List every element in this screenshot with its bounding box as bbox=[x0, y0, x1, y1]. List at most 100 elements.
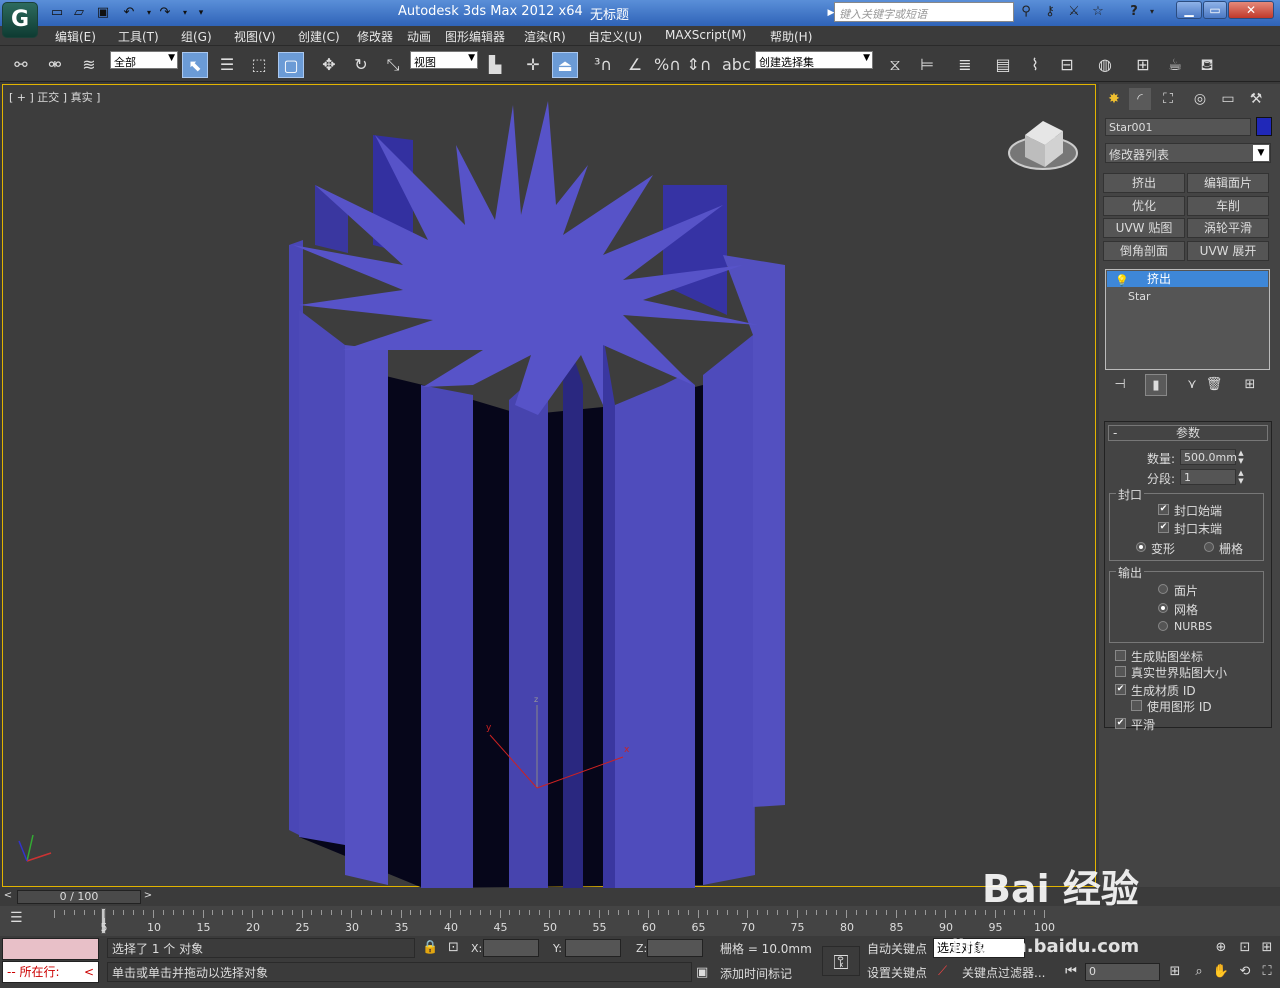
uvw-map-button[interactable]: UVW 贴图 bbox=[1103, 218, 1185, 238]
window-crossing-icon[interactable]: ▢ bbox=[278, 52, 304, 78]
nurbs-radio[interactable] bbox=[1158, 621, 1168, 631]
zoom-extents-all-icon[interactable]: ⊞ bbox=[1258, 940, 1276, 955]
render-setup-icon[interactable]: ⊞ bbox=[1130, 52, 1156, 78]
mesh-radio[interactable] bbox=[1158, 603, 1168, 613]
time-config-icon[interactable]: ⊞ bbox=[1166, 964, 1184, 979]
generate-material-ids-checkbox[interactable]: ✔ bbox=[1115, 684, 1126, 695]
time-slider-thumb[interactable]: 0 / 100 bbox=[17, 890, 141, 904]
auto-key-button[interactable]: 自动关键点 bbox=[867, 940, 927, 957]
named-selection-set-dropdown[interactable]: 创建选择集 ▼ bbox=[755, 51, 873, 69]
maximize-viewport-icon[interactable]: ⛶ bbox=[1258, 964, 1276, 979]
open-file-icon[interactable]: ▱ bbox=[70, 4, 88, 22]
unwrap-uvw-button[interactable]: UVW 展开 bbox=[1187, 241, 1269, 261]
y-coordinate-field[interactable] bbox=[565, 939, 621, 957]
undo-icon[interactable]: ↶ bbox=[120, 4, 138, 22]
edit-named-selection-icon[interactable]: abc bbox=[722, 52, 751, 78]
select-manipulate-icon[interactable]: ✛ bbox=[520, 52, 546, 78]
modifier-list-dropdown[interactable]: 修改器列表 ▼ bbox=[1105, 143, 1271, 163]
z-coordinate-field[interactable] bbox=[647, 939, 703, 957]
object-name-field[interactable]: Star001 bbox=[1105, 118, 1251, 136]
subscription-key-icon[interactable]: ⚷ bbox=[1040, 2, 1060, 22]
create-tab-icon[interactable]: ✸ bbox=[1103, 88, 1125, 110]
graphite-tools-icon[interactable]: ▤ bbox=[990, 52, 1016, 78]
zoom-icon[interactable]: ⌕ bbox=[1190, 964, 1208, 979]
bevel-profile-button[interactable]: 倒角剖面 bbox=[1103, 241, 1185, 261]
binoculars-icon[interactable]: ⚲ bbox=[1016, 2, 1036, 22]
select-object-icon[interactable]: ⬉ bbox=[182, 52, 208, 78]
quick-access-menu-icon[interactable]: ▾ bbox=[192, 4, 210, 22]
zoom-extents-icon[interactable]: ⊡ bbox=[1236, 940, 1254, 955]
pivot-center-icon[interactable]: ▙ bbox=[482, 52, 508, 78]
maximize-button[interactable]: ▭ bbox=[1203, 1, 1227, 19]
edit-patch-button[interactable]: 编辑面片 bbox=[1187, 173, 1269, 193]
selection-filter-dropdown[interactable]: 全部 ▼ bbox=[110, 51, 178, 69]
keyboard-shortcut-override-icon[interactable]: ⏏ bbox=[552, 52, 578, 78]
smooth-checkbox[interactable]: ✔ bbox=[1115, 718, 1126, 729]
zoom-all-icon[interactable]: ⊕ bbox=[1212, 940, 1230, 955]
use-shape-ids-checkbox[interactable] bbox=[1131, 700, 1142, 711]
open-mini-curve-editor-icon[interactable]: ☰ bbox=[10, 910, 23, 926]
layer-manager-icon[interactable]: ≣ bbox=[952, 52, 978, 78]
modify-tab-icon[interactable]: ◜ bbox=[1129, 88, 1151, 110]
stack-item-star[interactable]: Star bbox=[1128, 290, 1151, 303]
prev-frame-icon[interactable]: < bbox=[2, 890, 14, 904]
close-button[interactable]: ✕ bbox=[1228, 1, 1274, 19]
menu-tools[interactable]: 工具(T) bbox=[118, 28, 159, 45]
lightbulb-icon[interactable]: 💡 bbox=[1115, 273, 1129, 289]
cap-start-checkbox[interactable]: ✔ bbox=[1158, 504, 1169, 515]
pin-stack-icon[interactable]: ⊣ bbox=[1109, 374, 1131, 396]
rectangular-selection-icon[interactable]: ⬚ bbox=[246, 52, 272, 78]
segments-spinner[interactable]: 1 bbox=[1180, 469, 1236, 485]
lathe-button[interactable]: 车削 bbox=[1187, 196, 1269, 216]
new-file-icon[interactable]: ▭ bbox=[48, 4, 66, 22]
key-tangent-icon[interactable]: ⟋ bbox=[938, 964, 947, 979]
absolute-mode-icon[interactable]: ⊡ bbox=[448, 940, 459, 955]
maxscript-listener-bottom[interactable]: -- 所在行: < bbox=[2, 961, 99, 983]
percent-snap-icon[interactable]: %∩ bbox=[654, 52, 681, 78]
select-and-move-icon[interactable]: ✥ bbox=[316, 52, 342, 78]
display-tab-icon[interactable]: ▭ bbox=[1217, 88, 1239, 110]
select-and-scale-icon[interactable]: ⤡ bbox=[380, 52, 406, 78]
selection-lock-icon[interactable]: 🔒 bbox=[422, 940, 438, 955]
configure-modifier-sets-icon[interactable]: ⊞ bbox=[1239, 374, 1261, 396]
menu-animation[interactable]: 动画 bbox=[407, 28, 431, 45]
angle-snap-icon[interactable]: ∠ bbox=[622, 52, 648, 78]
menu-help[interactable]: 帮助(H) bbox=[770, 28, 812, 45]
unlink-selection-icon[interactable]: ⚮ bbox=[42, 52, 68, 78]
menu-customize[interactable]: 自定义(U) bbox=[588, 28, 642, 45]
add-time-tag[interactable]: 添加时间标记 bbox=[720, 965, 792, 982]
curve-editor-icon[interactable]: ⌇ bbox=[1022, 52, 1048, 78]
search-input[interactable]: 键入关键字或短语 bbox=[834, 2, 1014, 22]
communication-center-icon[interactable]: ⚔ bbox=[1064, 2, 1084, 22]
turbosmooth-button[interactable]: 涡轮平滑 bbox=[1187, 218, 1269, 238]
schematic-view-icon[interactable]: ⊟ bbox=[1054, 52, 1080, 78]
menu-modifiers[interactable]: 修改器 bbox=[357, 28, 393, 45]
optimize-button[interactable]: 优化 bbox=[1103, 196, 1185, 216]
menu-views[interactable]: 视图(V) bbox=[234, 28, 276, 45]
extrude-button[interactable]: 挤出 bbox=[1103, 173, 1185, 193]
real-world-size-checkbox[interactable] bbox=[1115, 666, 1126, 677]
track-bar-ticks[interactable]: 5 10 15 20 25 30 35 40 45 50 55 60 65 70 75 80 85 90 95 100 bbox=[50, 906, 1055, 936]
spinner-snap-icon[interactable]: ⇕∩ bbox=[686, 52, 712, 78]
generate-mapping-checkbox[interactable] bbox=[1115, 650, 1126, 661]
rollout-header[interactable]: - 参数 bbox=[1108, 425, 1268, 441]
rendered-frame-window-icon[interactable]: ☕ bbox=[1162, 52, 1188, 78]
favorites-star-icon[interactable]: ☆ bbox=[1088, 2, 1108, 22]
show-end-result-icon[interactable]: ▮ bbox=[1145, 374, 1167, 396]
pan-hand-icon[interactable]: ✋ bbox=[1212, 964, 1230, 979]
cap-end-checkbox[interactable]: ✔ bbox=[1158, 522, 1169, 533]
minimize-button[interactable]: ▁ bbox=[1176, 1, 1202, 19]
stack-item-extrude[interactable]: 💡 挤出 bbox=[1107, 271, 1268, 287]
x-coordinate-field[interactable] bbox=[483, 939, 539, 957]
snaps-toggle-icon[interactable]: ³∩ bbox=[590, 52, 616, 78]
select-and-rotate-icon[interactable]: ↻ bbox=[348, 52, 374, 78]
current-frame-field[interactable]: 0 bbox=[1085, 963, 1160, 981]
viewport-label[interactable]: [ + ] 正交 ] 真实 ] bbox=[9, 89, 100, 105]
orbit-icon[interactable]: ⟲ bbox=[1236, 964, 1254, 979]
maxscript-listener-top[interactable] bbox=[2, 938, 99, 960]
app-logo-icon[interactable]: G bbox=[2, 2, 38, 38]
set-key-button[interactable]: 设置关键点 bbox=[867, 964, 927, 981]
menu-group[interactable]: 组(G) bbox=[181, 28, 212, 45]
render-production-icon[interactable]: ⛾ bbox=[1194, 52, 1220, 78]
amount-spinner-arrows[interactable]: ▲ ▼ bbox=[1236, 449, 1246, 465]
